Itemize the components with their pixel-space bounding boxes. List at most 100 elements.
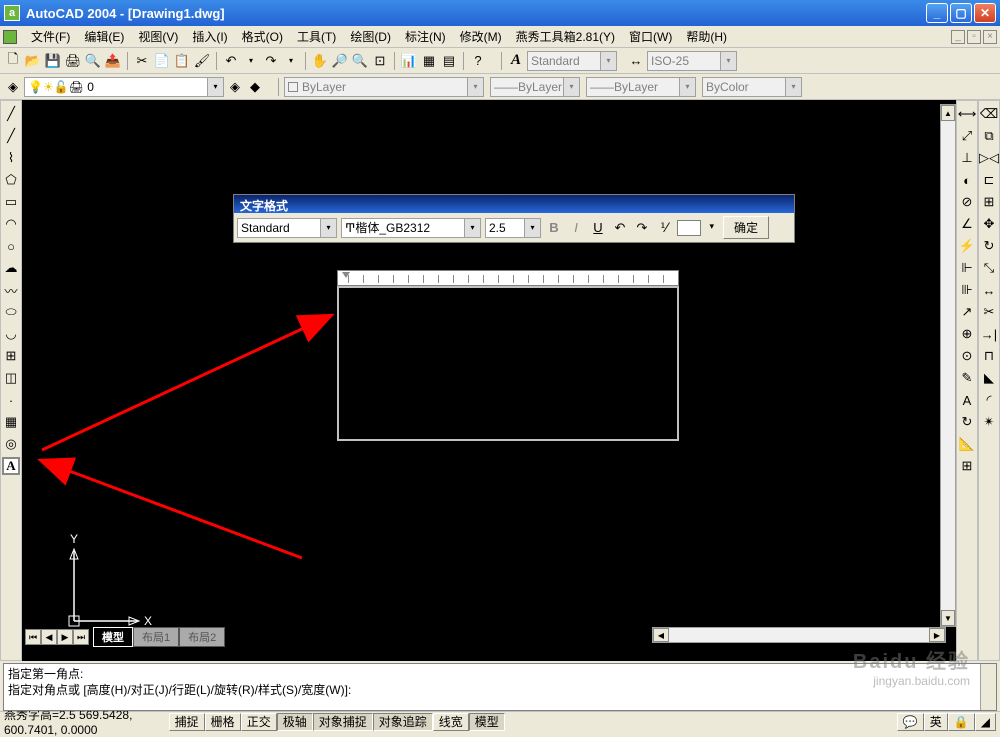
tab-layout1[interactable]: 布局1 bbox=[133, 627, 179, 647]
maximize-button[interactable]: ▢ bbox=[950, 3, 972, 23]
text-style-select[interactable]: Standard▾ bbox=[237, 218, 337, 238]
ellipse-arc-icon[interactable]: ◡ bbox=[2, 325, 20, 343]
vertical-scrollbar[interactable]: ▲▼ bbox=[940, 104, 956, 627]
redo-dropdown-icon[interactable]: ▾ bbox=[282, 52, 300, 70]
preview-icon[interactable]: 🔍 bbox=[84, 52, 102, 70]
dim-baseline-icon[interactable]: ⊩ bbox=[958, 259, 976, 277]
bold-icon[interactable]: B bbox=[545, 219, 563, 237]
tab-prev-icon[interactable]: ◀ bbox=[41, 629, 57, 645]
text-font-select[interactable]: Ͳ 楷体_GB2312▾ bbox=[341, 218, 481, 238]
mirror-icon[interactable]: ▷◁ bbox=[980, 149, 998, 167]
new-icon[interactable]: 🗋 bbox=[4, 52, 22, 70]
undo-text-icon[interactable]: ↶ bbox=[611, 219, 629, 237]
mtext-input-area[interactable] bbox=[337, 286, 679, 441]
erase-icon[interactable]: ⌫ bbox=[980, 105, 998, 123]
cut-icon[interactable]: ✂ bbox=[133, 52, 151, 70]
publish-icon[interactable]: 📤 bbox=[104, 52, 122, 70]
plotstyle-combo[interactable]: ByColor▾ bbox=[702, 77, 802, 97]
status-ortho[interactable]: 正交 bbox=[241, 713, 277, 731]
save-icon[interactable]: 💾 bbox=[44, 52, 62, 70]
mtext-icon[interactable]: A bbox=[2, 457, 20, 475]
stack-icon[interactable]: ⅟ bbox=[655, 219, 673, 237]
tray-comm-icon[interactable]: 💬 bbox=[897, 713, 924, 731]
redo-icon[interactable]: ↷ bbox=[262, 52, 280, 70]
tab-next-icon[interactable]: ▶ bbox=[57, 629, 73, 645]
textstyle-icon[interactable]: A bbox=[507, 52, 525, 70]
layer-prev-icon[interactable]: ◈ bbox=[226, 78, 244, 96]
rotate-icon[interactable]: ↻ bbox=[980, 237, 998, 255]
dim-style-combo[interactable]: ISO-25▾ bbox=[647, 51, 737, 71]
status-polar[interactable]: 极轴 bbox=[277, 713, 313, 731]
center-mark-icon[interactable]: ⊙ bbox=[958, 347, 976, 365]
menu-edit[interactable]: 编辑(E) bbox=[80, 26, 128, 47]
circle-icon[interactable]: ○ bbox=[2, 237, 20, 255]
undo-dropdown-icon[interactable]: ▾ bbox=[242, 52, 260, 70]
underline-icon[interactable]: U bbox=[589, 219, 607, 237]
array-icon[interactable]: ⊞ bbox=[980, 193, 998, 211]
break-icon[interactable]: ⊓ bbox=[980, 347, 998, 365]
qleader-icon[interactable]: ↗ bbox=[958, 303, 976, 321]
pan-icon[interactable]: ✋ bbox=[311, 52, 329, 70]
dimstyle-icon2[interactable]: 📐 bbox=[958, 435, 976, 453]
print-icon[interactable]: 🖨 bbox=[64, 52, 82, 70]
dim-quick-icon[interactable]: ⚡ bbox=[958, 237, 976, 255]
menu-dimension[interactable]: 标注(N) bbox=[401, 26, 450, 47]
spline-icon[interactable]: 〰 bbox=[2, 281, 20, 299]
zoom-rt-icon[interactable]: 🔎 bbox=[331, 52, 349, 70]
scale-icon[interactable]: ⤡ bbox=[980, 259, 998, 277]
hatch-icon[interactable]: ▦ bbox=[2, 413, 20, 431]
extend-icon[interactable]: →| bbox=[980, 325, 998, 343]
status-snap[interactable]: 捕捉 bbox=[169, 713, 205, 731]
scroll-down-icon[interactable]: ▼ bbox=[941, 610, 955, 626]
status-grid[interactable]: 栅格 bbox=[205, 713, 241, 731]
drawing-canvas[interactable]: 文字格式 Standard▾ Ͳ 楷体_GB2312▾ 2.5▾ B I U ↶… bbox=[22, 100, 956, 661]
status-osnap[interactable]: 对象捕捉 bbox=[313, 713, 373, 731]
menu-insert[interactable]: 插入(I) bbox=[188, 26, 231, 47]
menu-view[interactable]: 视图(V) bbox=[134, 26, 182, 47]
text-ruler[interactable] bbox=[337, 270, 679, 286]
dim-diameter-icon[interactable]: ⊘ bbox=[958, 193, 976, 211]
properties-icon[interactable]: 📊 bbox=[400, 52, 418, 70]
copy-obj-icon[interactable]: ⧉ bbox=[980, 127, 998, 145]
tolerance-icon[interactable]: ⊕ bbox=[958, 325, 976, 343]
dim-edit-icon[interactable]: ✎ bbox=[958, 369, 976, 387]
status-lwt[interactable]: 线宽 bbox=[433, 713, 469, 731]
command-line[interactable]: 指定第一角点: 指定对角点或 [高度(H)/对正(J)/行距(L)/旋转(R)/… bbox=[3, 663, 997, 711]
italic-icon[interactable]: I bbox=[567, 219, 585, 237]
matchprop-icon[interactable]: 🖌 bbox=[193, 52, 211, 70]
toolpalette-icon[interactable]: ▤ bbox=[440, 52, 458, 70]
dim-aligned-icon[interactable]: ⤢ bbox=[958, 127, 976, 145]
fillet-icon[interactable]: ◜ bbox=[980, 391, 998, 409]
polygon-icon[interactable]: ⬠ bbox=[2, 171, 20, 189]
undo-icon[interactable]: ↶ bbox=[222, 52, 240, 70]
menu-format[interactable]: 格式(O) bbox=[238, 26, 287, 47]
text-height-select[interactable]: 2.5▾ bbox=[485, 218, 541, 238]
rect-icon[interactable]: ▭ bbox=[2, 193, 20, 211]
pline-icon[interactable]: ⌇ bbox=[2, 149, 20, 167]
point-icon[interactable]: · bbox=[2, 391, 20, 409]
close-button[interactable]: ✕ bbox=[974, 3, 996, 23]
scroll-up-icon[interactable]: ▲ bbox=[941, 105, 955, 121]
tab-model[interactable]: 模型 bbox=[93, 627, 133, 647]
dim-tedit-icon[interactable]: A bbox=[958, 391, 976, 409]
stretch-icon[interactable]: ↔ bbox=[980, 281, 998, 299]
arc-icon[interactable]: ◠ bbox=[2, 215, 20, 233]
mdi-minimize[interactable]: _ bbox=[951, 30, 965, 44]
offset-icon[interactable]: ⊏ bbox=[980, 171, 998, 189]
explode-icon[interactable]: ✴ bbox=[980, 413, 998, 431]
extra-dim-icon[interactable]: ⊞ bbox=[958, 457, 976, 475]
cmd-scrollbar[interactable] bbox=[980, 664, 996, 710]
chamfer-icon[interactable]: ◣ bbox=[980, 369, 998, 387]
layer-combo[interactable]: 💡☀🔓🖨 0 ▾ bbox=[24, 77, 224, 97]
move-icon[interactable]: ✥ bbox=[980, 215, 998, 233]
scroll-right-icon[interactable]: ▶ bbox=[929, 628, 945, 642]
line-icon[interactable]: ╱ bbox=[2, 105, 20, 123]
ok-button[interactable]: 确定 bbox=[723, 216, 769, 239]
zoom-win-icon[interactable]: ⊡ bbox=[371, 52, 389, 70]
open-icon[interactable]: 📂 bbox=[24, 52, 42, 70]
menu-yanxiu[interactable]: 燕秀工具箱2.81(Y) bbox=[512, 26, 619, 47]
revcloud-icon[interactable]: ☁ bbox=[2, 259, 20, 277]
dim-update-icon[interactable]: ↻ bbox=[958, 413, 976, 431]
minimize-button[interactable]: _ bbox=[926, 3, 948, 23]
menu-window[interactable]: 窗口(W) bbox=[625, 26, 676, 47]
